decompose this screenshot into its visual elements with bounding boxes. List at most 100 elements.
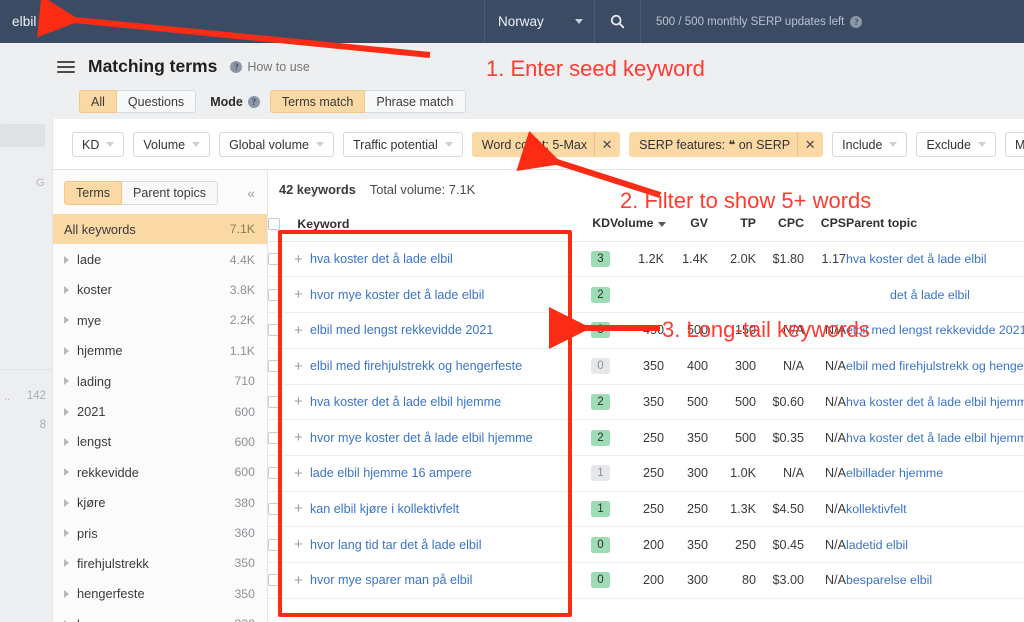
tab-questions[interactable]: Questions <box>116 90 197 113</box>
cell-parent-topic: hva koster det å lade elbil hjemme <box>846 384 1024 421</box>
seed-keyword-input[interactable]: elbil <box>0 0 485 43</box>
sidebar-item-koster[interactable]: koster 3.8K <box>53 275 267 305</box>
triangle-right-icon[interactable] <box>64 407 69 416</box>
background-panel-number-1: 142 <box>26 390 46 402</box>
column-header-parent-topic[interactable]: Parent topic <box>846 206 1024 242</box>
sidebar-item-mye[interactable]: mye 2.2K <box>53 305 267 335</box>
sidebar-item-lade[interactable]: lade 4.4K <box>53 244 267 274</box>
cell-volume: 350 <box>610 384 664 421</box>
close-icon[interactable]: ✕ <box>594 132 619 157</box>
question-mark-icon[interactable]: ? <box>850 15 863 28</box>
search-button[interactable] <box>595 0 641 43</box>
cell-gv: 350 <box>664 419 708 456</box>
filter-global-volume[interactable]: Global volume <box>219 132 334 157</box>
cell-tp: 250 <box>708 526 756 563</box>
sidebar-item-count: 600 <box>234 434 255 449</box>
triangle-right-icon[interactable] <box>64 498 69 507</box>
sidebar-item-count: 350 <box>234 586 255 601</box>
mode-label-text: Mode <box>210 94 243 109</box>
sidebar-item-2021[interactable]: 2021 600 <box>53 396 267 426</box>
triangle-right-icon[interactable] <box>64 529 69 538</box>
filter-volume[interactable]: Volume <box>133 132 211 157</box>
cell-tp: 300 <box>708 348 756 385</box>
filter-include[interactable]: Include <box>832 132 908 157</box>
sidebar-item-firehjulstrekk[interactable]: firehjulstrekk 350 <box>53 548 267 578</box>
question-mark-icon[interactable]: ? <box>247 95 260 108</box>
column-header-kd[interactable]: KD <box>570 206 610 242</box>
triangle-right-icon[interactable] <box>64 589 69 598</box>
kd-badge: 3 <box>591 322 610 339</box>
sidebar-item-hengerfeste[interactable]: hengerfeste 350 <box>53 579 267 609</box>
chevron-down-icon <box>889 142 898 147</box>
cell-cpc <box>756 276 804 314</box>
cell-cps: N/A <box>804 455 846 492</box>
sidebar-item-lading[interactable]: lading 710 <box>53 366 267 396</box>
cell-cps <box>804 276 846 314</box>
chevron-double-left-icon[interactable]: « <box>247 185 257 201</box>
kd-badge: 3 <box>591 251 610 268</box>
cell-parent-topic: ladetid elbil <box>846 526 1024 563</box>
triangle-right-icon[interactable] <box>64 377 69 386</box>
filter-more[interactable]: M <box>1004 132 1024 157</box>
parent-topic-link[interactable]: hva koster det å lade elbil hjemme <box>846 431 1024 445</box>
hamburger-menu-icon[interactable] <box>57 60 75 73</box>
cell-cps: N/A <box>804 526 846 563</box>
sidebar-tab-parent-topics[interactable]: Parent topics <box>122 181 218 205</box>
cell-parent-topic: hva koster det å lade elbil hjemme <box>846 419 1024 456</box>
parent-topic-link[interactable]: hva koster det å lade elbil <box>846 252 1024 266</box>
select-all-checkbox[interactable] <box>268 217 280 230</box>
chevron-down-icon <box>192 142 201 147</box>
country-selector[interactable]: Norway <box>485 0 595 43</box>
tab-phrase-match[interactable]: Phrase match <box>365 90 466 113</box>
sidebar-item-kjore[interactable]: kjøre 380 <box>53 488 267 518</box>
parent-topic-link[interactable]: elbil med lengst rekkevidde 2021 <box>846 323 1024 337</box>
how-to-use-label: How to use <box>247 59 310 74</box>
triangle-right-icon[interactable] <box>64 255 69 264</box>
filter-serp-features[interactable]: SERP features: ❝ on SERP ✕ <box>629 132 824 157</box>
tab-terms-match[interactable]: Terms match <box>269 90 366 113</box>
parent-topic-link[interactable]: ladetid elbil <box>846 538 1024 552</box>
sidebar-tab-terms[interactable]: Terms <box>64 181 123 205</box>
sidebar-item-lang[interactable]: lang 330 <box>53 609 267 622</box>
parent-topic-link[interactable]: kollektivfelt <box>846 502 1024 516</box>
triangle-right-icon[interactable] <box>64 559 69 568</box>
parent-topic-link[interactable]: det å lade elbil <box>846 288 1024 302</box>
filter-exclude-label: Exclude <box>926 137 971 152</box>
parent-topic-link[interactable]: elbil med firehjulstrekk og hengerfeste <box>846 359 1024 373</box>
close-icon[interactable]: ✕ <box>797 132 822 157</box>
filter-exclude[interactable]: Exclude <box>916 132 996 157</box>
sidebar-item-rekkevidde[interactable]: rekkevidde 600 <box>53 457 267 487</box>
how-to-use-link[interactable]: ? How to use <box>230 60 310 74</box>
annotation-label-3: 3. Long-tail keywords <box>662 317 870 342</box>
triangle-right-icon[interactable] <box>64 468 69 477</box>
cell-kd: 0 <box>570 348 610 385</box>
filter-traffic-potential[interactable]: Traffic potential <box>342 132 463 157</box>
sidebar-item-lengst[interactable]: lengst 600 <box>53 427 267 457</box>
tab-all[interactable]: All <box>79 90 117 113</box>
filter-chip-list: KD Volume Global volume Traffic potentia… <box>72 132 1024 157</box>
parent-topic-link[interactable]: elbillader hjemme <box>846 466 1024 480</box>
sidebar-item-hjemme[interactable]: hjemme 1.1K <box>53 336 267 366</box>
sidebar-item-label: koster <box>77 282 112 298</box>
triangle-right-icon[interactable] <box>64 346 69 355</box>
filter-word-count[interactable]: Word count: 5-Max ✕ <box>471 132 621 157</box>
sidebar-item-pris[interactable]: pris 360 <box>53 518 267 548</box>
cell-cpc: N/A <box>756 348 804 385</box>
parent-topic-link[interactable]: hva koster det å lade elbil hjemme <box>846 395 1024 409</box>
parent-topic-link[interactable]: besparelse elbil <box>846 573 1024 587</box>
sidebar-item-label: kjøre <box>77 495 106 511</box>
triangle-right-icon[interactable] <box>64 316 69 325</box>
triangle-right-icon[interactable] <box>64 285 69 294</box>
serp-quota-text: 500 / 500 monthly SERP updates left <box>656 15 845 28</box>
cell-kd: 3 <box>570 241 610 278</box>
mode-label: Mode ? <box>210 95 260 109</box>
cell-kd: 2 <box>570 384 610 421</box>
column-header-keyword-label: Keyword <box>297 216 350 231</box>
filter-global-volume-label: Global volume <box>229 137 309 152</box>
cell-cpc: $3.00 <box>756 562 804 599</box>
cell-parent-topic: besparelse elbil <box>846 562 1024 599</box>
filter-kd[interactable]: KD <box>72 132 125 157</box>
sidebar-item-all-keywords[interactable]: All keywords 7.1K <box>53 214 267 245</box>
triangle-right-icon[interactable] <box>64 437 69 446</box>
kd-badge: 2 <box>591 286 610 303</box>
